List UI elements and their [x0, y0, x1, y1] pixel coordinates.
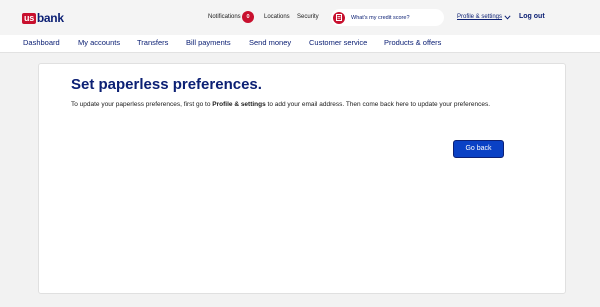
nav-item-my-accounts[interactable]: My accounts	[78, 35, 120, 51]
profile-settings-label: Profile & settings	[457, 14, 503, 20]
top-header: us bank Notifications 0 Locations Securit…	[0, 0, 600, 35]
profile-settings-reference: Profile & settings	[212, 101, 266, 108]
paperless-card: Set paperless preferences. To update you…	[38, 63, 566, 294]
desc-text-start: To update your paperless preferences, fi…	[71, 101, 213, 108]
locations-link[interactable]: Locations	[264, 10, 290, 24]
chevron-down-icon	[504, 14, 511, 20]
logout-link[interactable]: Log out	[519, 10, 545, 24]
nav-item-products-offers[interactable]: Products & offers	[384, 35, 441, 51]
main-nav: Dashboard My accounts Transfers Bill pay…	[0, 35, 600, 53]
page-description: To update your paperless preferences, fi…	[71, 100, 519, 109]
credit-score-icon	[333, 11, 345, 24]
nav-item-send-money[interactable]: Send money	[249, 35, 291, 51]
usbank-logo[interactable]: us bank	[22, 11, 64, 25]
nav-item-bill-payments[interactable]: Bill payments	[186, 35, 231, 51]
nav-item-dashboard[interactable]: Dashboard	[23, 35, 60, 51]
credit-score-button[interactable]: What's my credit score?	[331, 9, 444, 26]
nav-item-transfers[interactable]: Transfers	[137, 35, 168, 51]
nav-item-customer-service[interactable]: Customer service	[309, 35, 367, 51]
security-link[interactable]: Security	[297, 10, 319, 24]
logo-bank-text: bank	[36, 11, 64, 25]
desc-text-end: to add your email address. Then come bac…	[265, 101, 491, 108]
notifications-badge[interactable]: 0	[242, 11, 254, 23]
logo-us-mark: us	[22, 12, 36, 24]
notifications-link[interactable]: Notifications	[208, 10, 241, 24]
go-back-button[interactable]: Go back	[453, 140, 504, 158]
page-title: Set paperless preferences.	[71, 76, 262, 93]
credit-score-label: What's my credit score?	[351, 14, 410, 21]
profile-settings-menu[interactable]: Profile & settings	[457, 10, 511, 24]
